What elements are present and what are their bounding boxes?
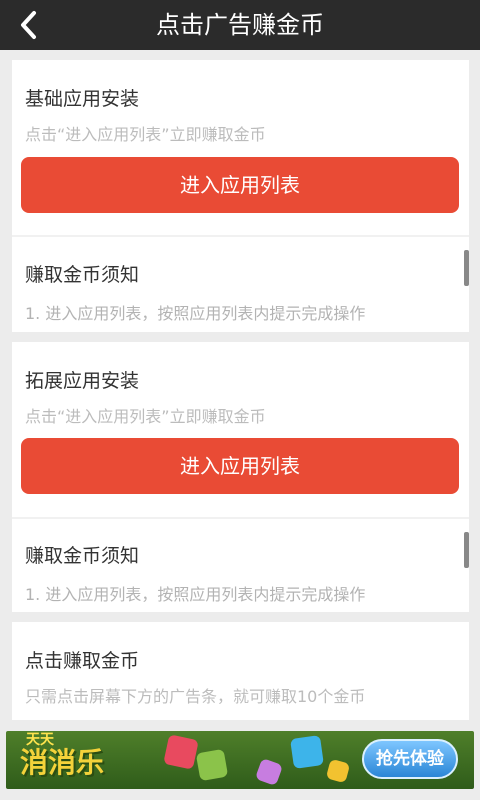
notice-title: 赚取金币须知 [25, 545, 140, 567]
top-bar: 点击广告赚金币 [0, 0, 480, 50]
red-gem-icon [163, 734, 199, 770]
extended-install-subtitle: 点击“进入应用列表”立即赚取金币 [25, 407, 266, 426]
green-gem-icon [195, 748, 229, 782]
extended-install-title: 拓展应用安装 [25, 370, 140, 392]
ad-reward-subtitle: 只需点击屏幕下方的广告条，就可赚取10个金币 [25, 687, 366, 706]
banner-try-now-button[interactable]: 抢先体验 [362, 739, 458, 779]
page-title: 点击广告赚金币 [156, 11, 324, 39]
banner-game-title: 消消乐 [20, 746, 105, 779]
blue-gem-icon [290, 735, 324, 769]
basic-install-title: 基础应用安装 [25, 88, 140, 110]
enter-app-list-button[interactable]: 进入应用列表 [21, 438, 459, 494]
basic-install-card: 基础应用安装 点击“进入应用列表”立即赚取金币 进入应用列表 赚取金币须知 1.… [12, 60, 469, 332]
notice-title: 赚取金币须知 [25, 264, 140, 286]
notice-text: 1. 进入应用列表，按照应用列表内提示完成操作 [25, 585, 366, 604]
ad-reward-card: 点击赚取金币 只需点击屏幕下方的广告条，就可赚取10个金币 [12, 622, 469, 720]
yellow-gem-icon [325, 758, 351, 784]
enter-app-list-button[interactable]: 进入应用列表 [21, 157, 459, 213]
notice-scrollbar[interactable] [464, 250, 469, 286]
extended-install-card: 拓展应用安装 点击“进入应用列表”立即赚取金币 进入应用列表 赚取金币须知 1.… [12, 342, 469, 612]
divider [12, 517, 469, 519]
ad-banner[interactable]: 天天 消消乐 抢先体验 [6, 731, 474, 789]
notice-scrollbar[interactable] [464, 532, 469, 568]
purple-gem-icon [254, 757, 284, 787]
ad-reward-title: 点击赚取金币 [25, 650, 140, 672]
divider [12, 235, 469, 237]
basic-install-subtitle: 点击“进入应用列表”立即赚取金币 [25, 125, 266, 144]
notice-text: 1. 进入应用列表，按照应用列表内提示完成操作 [25, 304, 366, 323]
